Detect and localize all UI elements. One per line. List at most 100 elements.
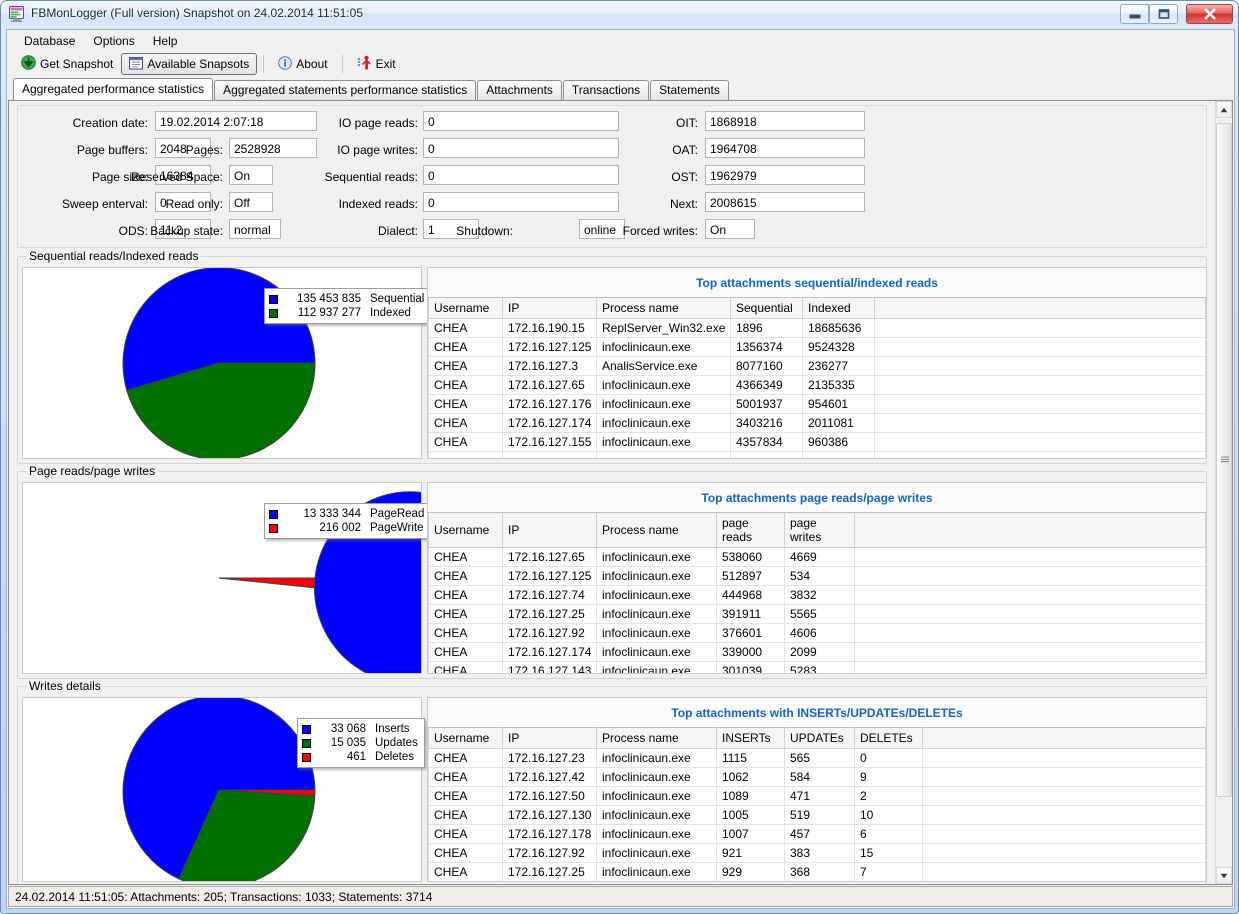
table-row[interactable]: CHEA 172.16.127.143 infoclinicaun.exe 30103… bbox=[428, 661, 1206, 673]
tab-aggregated-statements-performance-statistics[interactable]: Aggregated statements performance statis… bbox=[214, 80, 477, 100]
col-ip[interactable]: IP bbox=[502, 512, 597, 548]
io-page-writes-label: IO page writes: bbox=[337, 143, 418, 157]
table-row[interactable]: CHEA 172.16.127.50 infoclinicaun.exe 1089 47… bbox=[428, 786, 1206, 806]
scrollbar-thumb[interactable] bbox=[1216, 123, 1233, 797]
sequential-indexed-reads-chart: 135 453 835 Sequential 112 937 277 Index… bbox=[22, 267, 432, 461]
status-bar: 24.02.2014 11:51:05: Attachments: 205; T… bbox=[8, 886, 1233, 907]
top-attachments-sequential-indexed-table: Top attachments sequential/indexed reads… bbox=[427, 267, 1207, 459]
oit-field[interactable]: 1868918 bbox=[705, 111, 865, 131]
table-row[interactable]: CHEA 172.16.127.130 infoclinicaun.exe 1005 5… bbox=[428, 805, 1206, 825]
tab-transactions[interactable]: Transactions bbox=[562, 80, 650, 100]
table-row[interactable]: CHEA 172.16.127.3 AnalisService.exe 8077160… bbox=[428, 356, 1206, 376]
exit-button[interactable]: Exit bbox=[349, 53, 404, 75]
top-attachments-inserts-updates-deletes-table: Top attachments with INSERTs/UPDATEs/DEL… bbox=[427, 697, 1207, 882]
table-row[interactable]: CHEA 172.16.127.174 infoclinicaun.exe 33900… bbox=[428, 642, 1206, 662]
cell-page-writes: 4606 bbox=[784, 623, 855, 643]
col-inserts[interactable]: INSERTs bbox=[716, 727, 785, 749]
data-grid[interactable]: Username IP Process name INSERTs UPDATEs… bbox=[428, 727, 1206, 881]
col-username[interactable]: Username bbox=[428, 727, 503, 749]
cell-deletes: 2 bbox=[854, 786, 923, 806]
tab-statements[interactable]: Statements bbox=[650, 80, 729, 100]
ost-field[interactable]: 1962979 bbox=[705, 165, 865, 185]
window-title: FBMonLogger (Full version) Snapshot on 2… bbox=[31, 6, 363, 20]
info-icon bbox=[278, 55, 293, 73]
cell-page-reads: 538060 bbox=[716, 547, 785, 567]
col-process-name[interactable]: Process name bbox=[596, 512, 717, 548]
vertical-scrollbar[interactable] bbox=[1215, 101, 1233, 884]
cell-updates: 565 bbox=[784, 748, 855, 768]
get-snapshot-button[interactable]: Get Snapshot bbox=[13, 53, 121, 75]
legend-label: Sequential bbox=[370, 293, 425, 305]
col-updates[interactable]: UPDATEs bbox=[784, 727, 855, 749]
cell-sequential: 4357834 bbox=[730, 432, 803, 452]
table-row[interactable]: CHEA 172.16.127.92 infoclinicaun.exe 376601… bbox=[428, 623, 1206, 643]
close-button[interactable] bbox=[1186, 4, 1233, 24]
menu-options[interactable]: Options bbox=[84, 32, 143, 50]
data-grid[interactable]: Username IP Process name Sequential Inde… bbox=[428, 297, 1206, 458]
menu-database[interactable]: Database bbox=[15, 32, 84, 50]
creation-date-field[interactable]: 19.02.2014 2:07:18 bbox=[155, 111, 317, 131]
cell-ip: 172.16.127.143 bbox=[502, 661, 597, 673]
cell-filler bbox=[874, 318, 1206, 338]
legend-item-inserts: 33 068 Inserts bbox=[302, 722, 418, 736]
table-row[interactable]: CHEA 172.16.127.65 infoclinicaun.exe 538060… bbox=[428, 547, 1206, 567]
col-page-writes[interactable]: page writes bbox=[784, 512, 855, 548]
table-row[interactable]: CHEA 172.16.127.178 infoclinicaun.exe 1007 4… bbox=[428, 824, 1206, 844]
next-field[interactable]: 2008615 bbox=[705, 192, 865, 212]
oat-field[interactable]: 1964708 bbox=[705, 138, 865, 158]
col-page-reads[interactable]: page reads bbox=[716, 512, 785, 548]
cell-page-reads: 339000 bbox=[716, 642, 785, 662]
col-sequential[interactable]: Sequential bbox=[730, 297, 803, 319]
scroll-down-arrow-icon[interactable] bbox=[1216, 867, 1233, 884]
minimize-button[interactable] bbox=[1120, 4, 1149, 24]
backup-state-field[interactable]: normal bbox=[229, 219, 281, 239]
scroll-up-arrow-icon[interactable] bbox=[1216, 101, 1233, 118]
about-button[interactable]: About bbox=[270, 53, 335, 75]
table-row[interactable]: CHEA 172.16.127.65 infoclinicaun.exe 436634… bbox=[428, 375, 1206, 395]
menu-help[interactable]: Help bbox=[144, 32, 187, 50]
cell-username: CHEA bbox=[428, 413, 503, 433]
table-row[interactable]: CHEA 172.16.127.176 infoclinicaun.exe 50019… bbox=[428, 394, 1206, 414]
col-process-name[interactable]: Process name bbox=[596, 727, 717, 749]
tab-aggregated-performance-statistics[interactable]: Aggregated performance statistics bbox=[13, 78, 214, 100]
toolbar: Get Snapshot Available Snapsots About Ex… bbox=[7, 51, 1234, 77]
table-row[interactable]: CHEA 172.16.127.23 infoclinicaun.exe 1115 56… bbox=[428, 748, 1206, 768]
col-deletes[interactable]: DELETEs bbox=[854, 727, 923, 749]
writes-details-chart: 33 068 Inserts 15 035 Updates 461 Delete… bbox=[22, 695, 425, 884]
col-process-name[interactable]: Process name bbox=[596, 297, 731, 319]
forced-writes-field[interactable]: On bbox=[705, 219, 755, 239]
cell-filler bbox=[874, 356, 1206, 376]
menu-options-label: Options bbox=[93, 33, 135, 48]
tab-label: Aggregated statements performance statis… bbox=[223, 83, 468, 97]
table-row[interactable]: CHEA 172.16.127.125 infoclinicaun.exe 13563… bbox=[428, 337, 1206, 357]
col-ip[interactable]: IP bbox=[502, 727, 597, 749]
maximize-button[interactable] bbox=[1149, 4, 1178, 24]
table-row[interactable]: CHEA 172.16.127.155 infoclinicaun.exe 43578… bbox=[428, 432, 1206, 452]
cell-filler bbox=[854, 642, 1206, 662]
read-only-field[interactable]: Off bbox=[229, 192, 273, 212]
cell-ip: 172.16.127.50 bbox=[502, 786, 597, 806]
table-row[interactable]: CHEA 172.16.127.92 infoclinicaun.exe 921 383… bbox=[428, 843, 1206, 863]
reserved-space-field[interactable]: On bbox=[229, 165, 273, 185]
tab-attachments[interactable]: Attachments bbox=[477, 80, 562, 100]
table-row[interactable]: CHEA 172.16.190.15 ReplServer_Win32.exe 189… bbox=[428, 318, 1206, 338]
cell-ip: 172.16.127.25 bbox=[502, 862, 597, 881]
cell-filler bbox=[854, 547, 1206, 567]
table-row[interactable]: CHEA 172.16.127.174 infoclinicaun.exe 34032… bbox=[428, 413, 1206, 433]
table-row[interactable]: CHEA 172.16.127.25 infoclinicaun.exe 391911… bbox=[428, 604, 1206, 624]
data-grid[interactable]: Username IP Process name page reads page… bbox=[428, 512, 1206, 673]
col-indexed[interactable]: Indexed bbox=[802, 297, 875, 319]
table-row[interactable]: CHEA 172.16.127.25 infoclinicaun.exe 929 368… bbox=[428, 862, 1206, 881]
col-username[interactable]: Username bbox=[428, 297, 503, 319]
table-row[interactable]: CHEA 172.16.127.74 infoclinicaun.exe 444968… bbox=[428, 585, 1206, 605]
app-icon bbox=[9, 6, 26, 22]
available-snapshots-button[interactable]: Available Snapsots bbox=[121, 53, 258, 75]
page-reads-writes-chart: 13 333 344 PageRead 216 002 PageWrite bbox=[22, 482, 507, 685]
col-username[interactable]: Username bbox=[428, 512, 503, 548]
cell-process: infoclinicaun.exe bbox=[596, 862, 717, 881]
cell-ip: 172.16.127.74 bbox=[502, 585, 597, 605]
cell-process: infoclinicaun.exe bbox=[596, 786, 717, 806]
col-ip[interactable]: IP bbox=[502, 297, 597, 319]
table-row[interactable]: CHEA 172.16.127.125 infoclinicaun.exe 51289… bbox=[428, 566, 1206, 586]
table-row[interactable]: CHEA 172.16.127.42 infoclinicaun.exe 1062 58… bbox=[428, 767, 1206, 787]
